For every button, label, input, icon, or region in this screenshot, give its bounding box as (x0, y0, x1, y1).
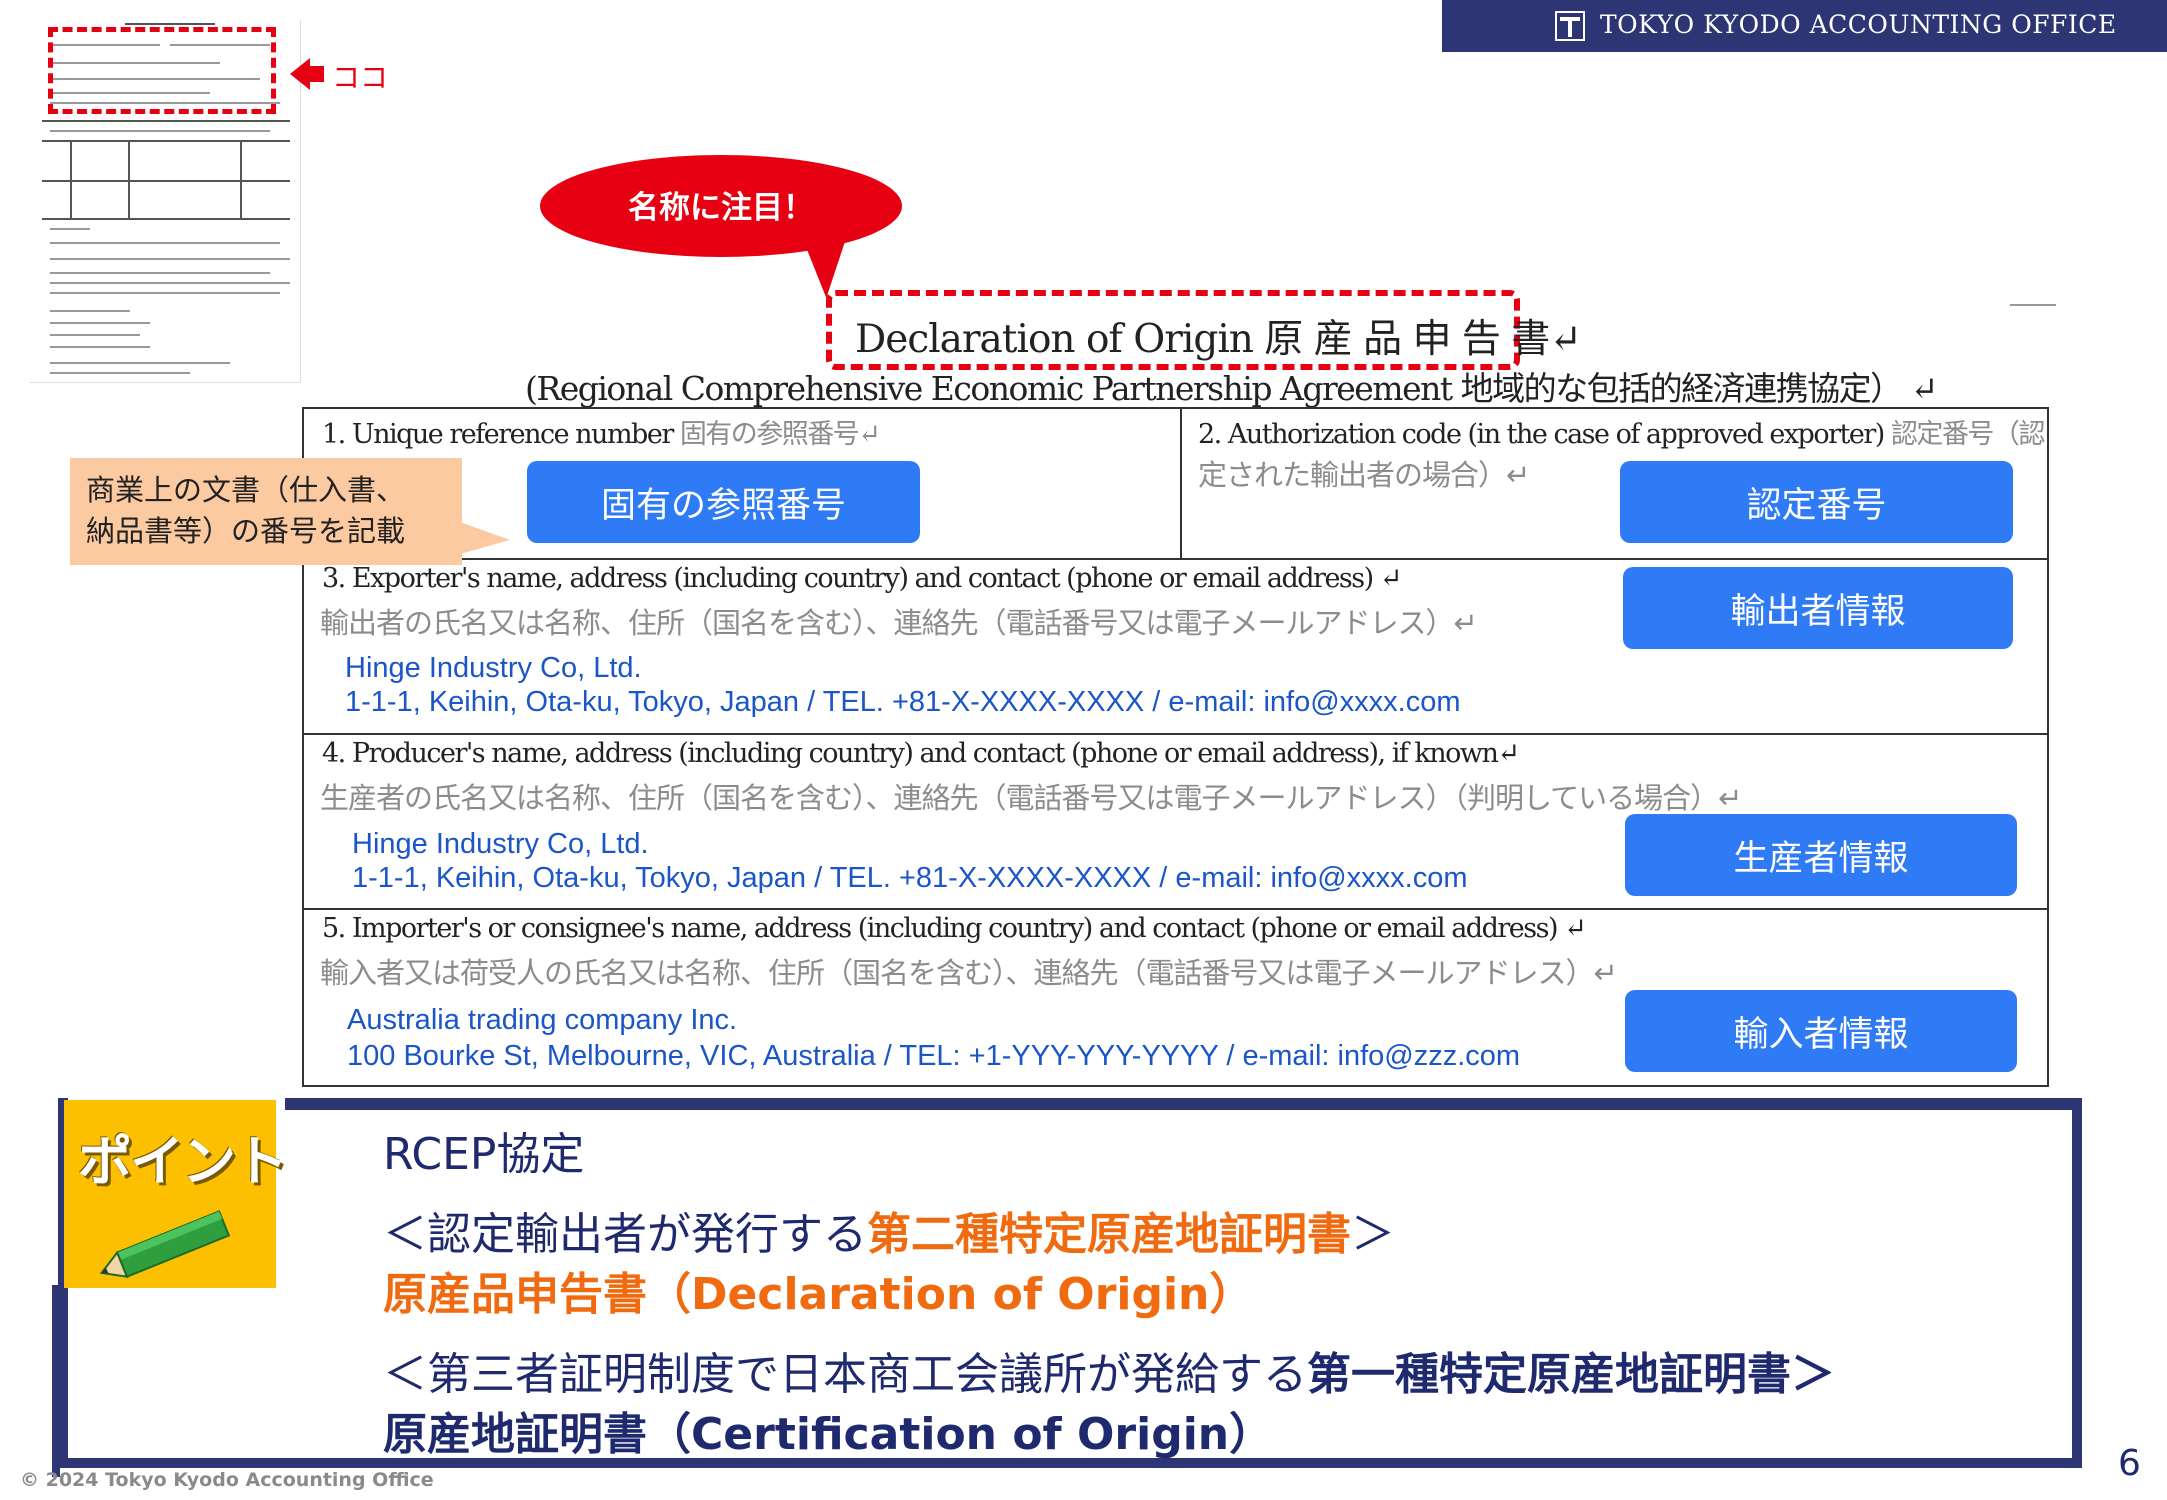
office-logo-icon (1555, 11, 1585, 41)
point-line4: 原産地証明書（Certification of Origin） (383, 1409, 1274, 1460)
callout-tail (460, 522, 510, 554)
field3-label-jp: 輸出者の氏名又は名称、住所（国名を含む）、連絡先（電話番号又は電子メールアドレス… (320, 606, 1478, 640)
importer-name: Australia trading company Inc. (347, 1004, 738, 1036)
thumbnail-highlight-box (48, 27, 276, 114)
form-border-right (2047, 407, 2049, 1087)
form-divider-row3 (303, 908, 2049, 910)
arrow-left-icon (290, 58, 310, 90)
form-border-top (303, 407, 2049, 409)
pointer-label: ココ (332, 61, 389, 94)
authorization-code-button[interactable]: 認定番号 (1620, 461, 2013, 543)
producer-info-button[interactable]: 生産者情報 (1625, 814, 2017, 896)
field4-label-en: 4. Producer's name, address (including c… (322, 738, 1520, 769)
callout-text: 商業上の文書（仕入書、 納品書等）の番号を記載 (86, 473, 406, 548)
point-panel-topbar (285, 1098, 2082, 1110)
point-heading: RCEP協定 (383, 1129, 585, 1180)
unique-reference-button[interactable]: 固有の参照番号 (527, 461, 920, 543)
page-number: 6 (2118, 1443, 2141, 1484)
corner-mark (2010, 304, 2056, 306)
document-title: Declaration of Origin 原 産 品 申 告 書↵ (855, 317, 1582, 362)
exporter-info-button[interactable]: 輸出者情報 (1623, 567, 2013, 649)
producer-address: 1-1-1, Keihin, Ota-ku, Tokyo, Japan / TE… (352, 862, 1468, 894)
exporter-name: Hinge Industry Co, Ltd. (345, 652, 642, 684)
field5-label-en: 5. Importer's or consignee's name, addre… (322, 913, 1587, 944)
importer-info-button[interactable]: 輸入者情報 (1625, 990, 2017, 1072)
form-divider-row2 (303, 733, 2049, 735)
point-badge-text: ポイント (78, 1130, 288, 1193)
pencil-icon (99, 1210, 231, 1279)
field5-label-jp: 輸入者又は荷受人の氏名又は名称、住所（国名を含む）、連絡先（電話番号又は電子メー… (320, 956, 1618, 990)
form-divider-col (1180, 407, 1182, 559)
form-divider-row1 (303, 558, 2049, 560)
copyright: © 2024 Tokyo Kyodo Accounting Office (20, 1469, 434, 1491)
speech-bubble-text: 名称に注目！ (628, 190, 814, 226)
field4-label-jp: 生産者の氏名又は名称、住所（国名を含む）、連絡先（電話番号又は電子メールアドレス… (320, 781, 1742, 815)
arrow-tail (310, 66, 324, 82)
exporter-address: 1-1-1, Keihin, Ota-ku, Tokyo, Japan / TE… (345, 686, 1461, 718)
field3-label-en: 3. Exporter's name, address (including c… (322, 563, 1402, 594)
point-line3: ＜第三者証明制度で日本商工会議所が発給する第一種特定原産地証明書＞ (383, 1349, 1835, 1400)
field2-label: 2. Authorization code (in the case of ap… (1198, 419, 2045, 450)
form-border-bottom (303, 1085, 2049, 1087)
point-line1: ＜認定輸出者が発行する第二種特定原産地証明書＞ (383, 1209, 1395, 1260)
importer-address: 100 Bourke St, Melbourne, VIC, Australia… (347, 1040, 1521, 1072)
producer-name: Hinge Industry Co, Ltd. (352, 828, 649, 860)
field1-label: 1. Unique reference number 固有の参照番号↵ (322, 419, 881, 450)
point-line2: 原産品申告書（Declaration of Origin） (383, 1269, 1254, 1320)
office-name: TOKYO KYODO ACCOUNTING OFFICE (1600, 10, 2117, 39)
document-subtitle: (Regional Comprehensive Economic Partner… (525, 369, 1938, 408)
field2-label-continued: 定された輸出者の場合）↵ (1198, 458, 1530, 492)
